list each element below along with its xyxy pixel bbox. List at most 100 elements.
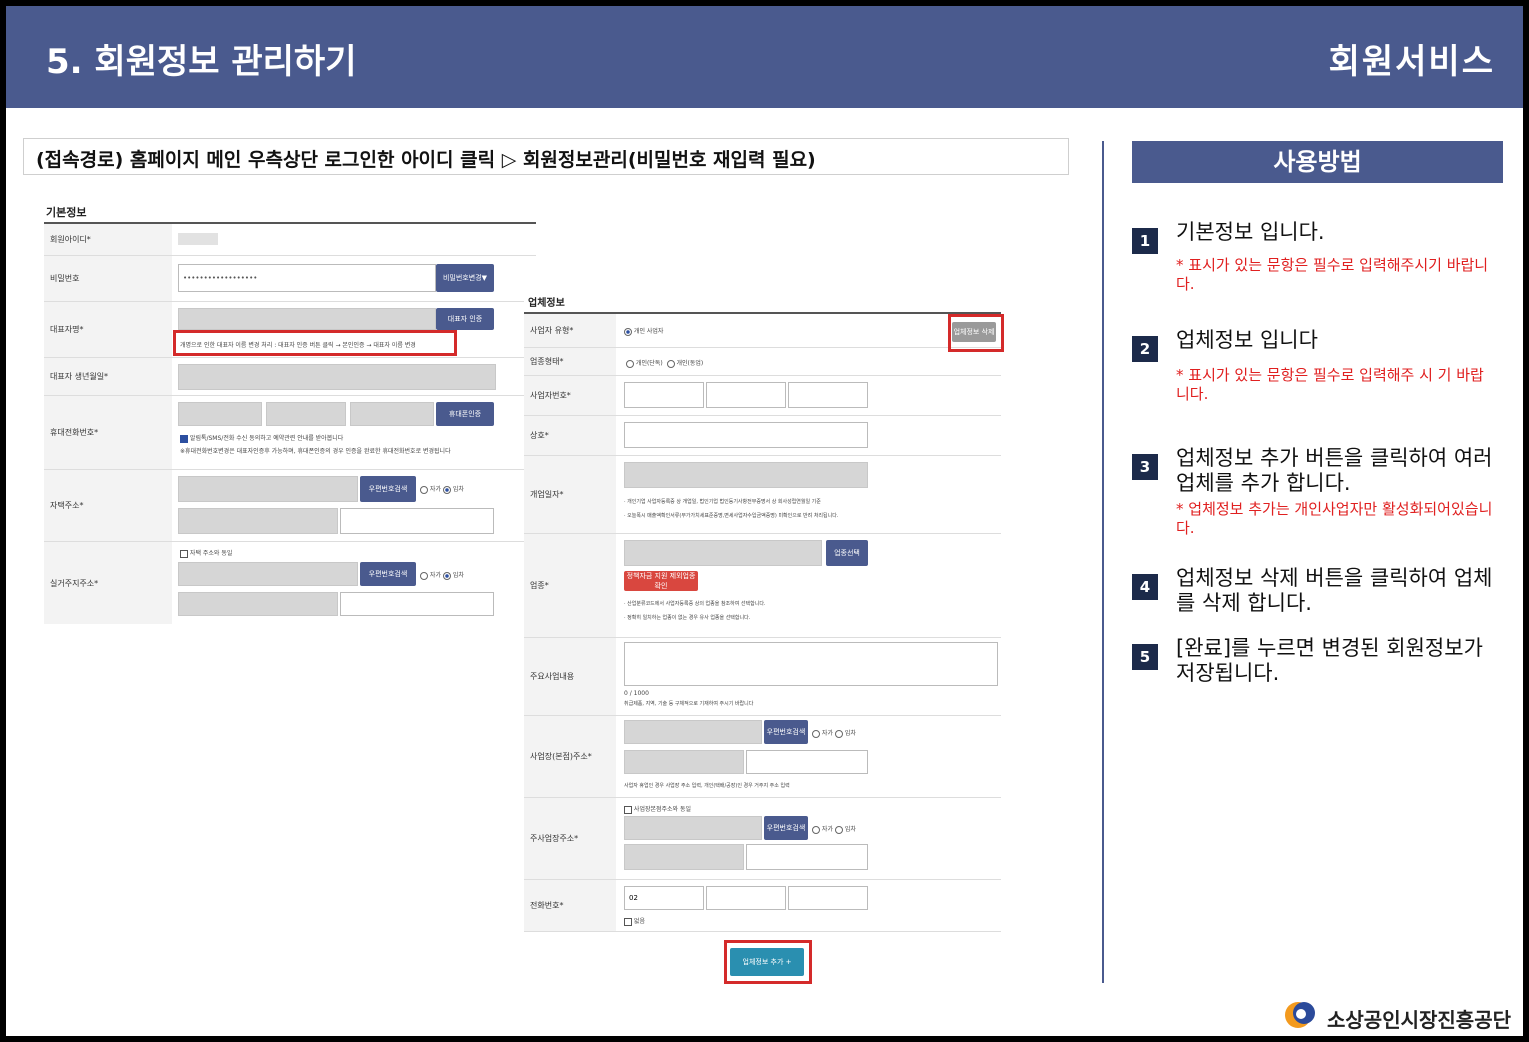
mobile-last-field[interactable] bbox=[350, 402, 434, 426]
site-zip-search-button[interactable]: 우편번호검색 bbox=[764, 816, 808, 840]
real-address-detail-field[interactable] bbox=[340, 592, 494, 616]
radio-icon[interactable] bbox=[626, 359, 634, 368]
checkbox-icon[interactable] bbox=[624, 917, 632, 926]
radio-icon[interactable] bbox=[442, 571, 451, 580]
radio-icon[interactable] bbox=[624, 327, 632, 336]
hq-address-field[interactable] bbox=[624, 750, 744, 774]
home-zip-search-button[interactable]: 우편번호검색 bbox=[360, 476, 416, 502]
own-label: 자가 bbox=[821, 730, 833, 737]
checkbox-icon[interactable] bbox=[624, 805, 632, 814]
rent-label: 임차 bbox=[844, 730, 856, 737]
same-hq-checkbox[interactable]: 사업장본점주소와 동일 bbox=[624, 804, 691, 814]
howto-title: 사용방법 bbox=[1132, 141, 1503, 183]
industry-field[interactable] bbox=[624, 540, 822, 566]
real-zip-field[interactable] bbox=[178, 562, 358, 586]
own-label: 자가 bbox=[429, 572, 441, 579]
step-number: 2 bbox=[1132, 336, 1158, 362]
row-business-form: 업종형태* 개인(단독) 개인(동업) bbox=[524, 348, 1001, 376]
member-id-value bbox=[178, 233, 218, 245]
step-number: 3 bbox=[1132, 454, 1158, 480]
real-address-field[interactable] bbox=[178, 592, 338, 616]
change-password-button[interactable]: 비밀번호변경▼ bbox=[436, 264, 494, 292]
hq-address-note: 사업자 휴업인 경우 사업장 주소 입력, 개인(택배/공장)인 경우 거주지 … bbox=[624, 783, 790, 789]
row-member-id: 회원아이디* bbox=[44, 224, 536, 256]
access-path-text: (접속경로) 홈페이지 메인 우측상단 로그인한 아이디 클릭 ▷ 회원정보관리… bbox=[36, 149, 816, 171]
home-address-field[interactable] bbox=[178, 508, 338, 534]
hq-zip-search-button[interactable]: 우편번호검색 bbox=[764, 720, 808, 744]
phone-middle-field[interactable] bbox=[706, 886, 786, 910]
row-business-type: 사업자 유형* 개인 사업자 업체정보 삭제 bbox=[524, 314, 1001, 348]
company-name-field[interactable] bbox=[624, 422, 868, 448]
row-home-address: 자택주소* 우편번호검색 자가 임차 bbox=[44, 470, 536, 542]
step-text: 업체정보 삭제 버튼을 클릭하여 업체를 삭제 합니다. bbox=[1176, 566, 1493, 615]
policy-exclusion-button[interactable]: 정책자금 지원 제외업종 확인 bbox=[624, 571, 698, 591]
label-company-name: 상호* bbox=[524, 416, 616, 455]
step-note: * 업체정보 추가는 개인사업자만 활성화되어있습니다. bbox=[1176, 500, 1493, 537]
radio-icon[interactable] bbox=[812, 729, 820, 738]
radio-icon[interactable] bbox=[834, 729, 843, 738]
step-text: [완료]를 누르면 변경된 회원정보가 저장됩니다. bbox=[1176, 636, 1483, 685]
radio-icon[interactable] bbox=[812, 825, 820, 834]
site-address-field[interactable] bbox=[624, 844, 744, 870]
form-option-2: 개인(동업) bbox=[676, 360, 704, 367]
row-hq-address: 사업장(본점)주소* 우편번호검색 자가 임차 사업자 휴업인 경우 사업장 주… bbox=[524, 716, 1001, 798]
radio-icon[interactable] bbox=[442, 485, 451, 494]
real-zip-search-button[interactable]: 우편번호검색 bbox=[360, 562, 416, 586]
label-industry: 업종* bbox=[524, 534, 616, 637]
mobile-middle-field[interactable] bbox=[266, 402, 346, 426]
open-date-note-1: · 개인기업 사업자등록증 상 개업일, 법인기업 법인등기사항전부증명서 상 … bbox=[624, 499, 821, 505]
mobile-auth-button[interactable]: 휴대폰인증 bbox=[436, 402, 494, 426]
main-business-textarea[interactable] bbox=[624, 642, 998, 686]
checkbox-icon[interactable] bbox=[180, 549, 188, 558]
checkbox-icon[interactable] bbox=[180, 434, 188, 443]
row-business-number: 사업자번호* bbox=[524, 376, 1001, 416]
birthdate-field[interactable] bbox=[178, 364, 496, 390]
home-ownership: 자가 임차 bbox=[420, 484, 464, 494]
label-mobile: 휴대전화번호* bbox=[44, 396, 172, 469]
row-birthdate: 대표자 생년월일* bbox=[44, 358, 536, 396]
label-business-type: 사업자 유형* bbox=[524, 314, 616, 347]
radio-icon[interactable] bbox=[834, 825, 843, 834]
sms-consent[interactable]: 알림톡/SMS/전화 수신 동의하고 예약관련 안내를 받아봅니다 bbox=[180, 433, 343, 443]
radio-icon[interactable] bbox=[666, 359, 675, 368]
no-phone-checkbox[interactable]: 없음 bbox=[624, 916, 645, 926]
same-address-checkbox[interactable]: 자택 주소와 동일 bbox=[180, 548, 232, 558]
home-address-detail-field[interactable] bbox=[340, 508, 494, 534]
select-industry-button[interactable]: 업종선택 bbox=[826, 540, 868, 566]
access-path-box: (접속경로) 홈페이지 메인 우측상단 로그인한 아이디 클릭 ▷ 회원정보관리… bbox=[23, 138, 1069, 175]
highlight-add-button bbox=[724, 940, 812, 984]
radio-icon[interactable] bbox=[420, 485, 428, 494]
own-label: 자가 bbox=[821, 826, 833, 833]
open-date-field[interactable] bbox=[624, 462, 868, 488]
hq-ownership: 자가 임차 bbox=[812, 728, 856, 738]
label-representative: 대표자명* bbox=[44, 302, 172, 357]
phone-last-field[interactable] bbox=[788, 886, 868, 910]
hq-zip-field[interactable] bbox=[624, 720, 762, 744]
same-hq-label: 사업장본점주소와 동일 bbox=[633, 806, 692, 813]
label-main-site-address: 주사업장주소* bbox=[524, 798, 616, 879]
password-field[interactable]: •••••••••••••••••• bbox=[178, 264, 436, 292]
site-zip-field[interactable] bbox=[624, 816, 762, 840]
row-open-date: 개업일자* · 개인기업 사업자등록증 상 개업일, 법인기업 법인등기사항전부… bbox=[524, 456, 1001, 534]
radio-icon[interactable] bbox=[420, 571, 428, 580]
site-ownership: 자가 임차 bbox=[812, 824, 856, 834]
label-business-form: 업종형태* bbox=[524, 348, 616, 375]
row-password: 비밀번호 •••••••••••••••••• 비밀번호변경▼ bbox=[44, 256, 536, 302]
business-number-field-1[interactable] bbox=[624, 382, 704, 408]
row-main-site-address: 주사업장주소* 사업장본점주소와 동일 우편번호검색 자가 임차 bbox=[524, 798, 1001, 880]
home-zip-field[interactable] bbox=[178, 476, 358, 502]
hq-address-detail-field[interactable] bbox=[746, 750, 868, 774]
representative-field[interactable] bbox=[178, 308, 436, 330]
org-logo: 소상공인시장진흥공단 bbox=[1283, 1000, 1511, 1032]
representative-auth-button[interactable]: 대표자 인증 bbox=[436, 308, 494, 330]
row-main-business: 주요사업내용 0 / 1000 취급제품, 지역, 기술 등 구체적으로 기재하… bbox=[524, 638, 1001, 716]
label-home-address: 자택주소* bbox=[44, 470, 172, 541]
row-real-address: 실거주지주소* 자택 주소와 동일 우편번호검색 자가 임차 bbox=[44, 542, 536, 624]
phone-prefix-select[interactable]: 02 bbox=[624, 886, 704, 910]
business-number-field-3[interactable] bbox=[788, 382, 868, 408]
business-number-field-2[interactable] bbox=[706, 382, 786, 408]
business-type-value: 개인 사업자 bbox=[624, 326, 663, 336]
site-address-detail-field[interactable] bbox=[746, 844, 868, 870]
industry-note-1: · 산업분류코드에서 사업자등록증 상의 업종을 참조하여 선택합니다. bbox=[624, 601, 766, 607]
mobile-prefix-select[interactable] bbox=[178, 402, 262, 426]
